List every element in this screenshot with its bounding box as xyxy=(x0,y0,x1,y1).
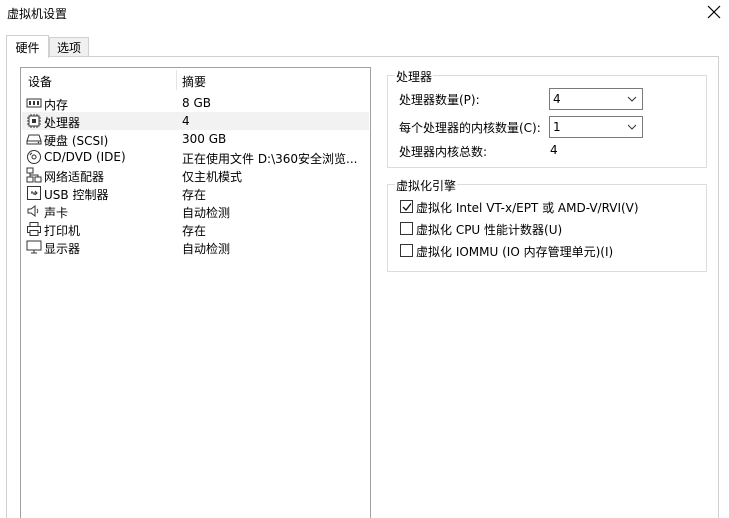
iommu-label[interactable]: 虚拟化 IOMMU (IO 内存管理单元)(I) xyxy=(416,243,613,260)
cores-per-processor-label: 每个处理器的内核数量(C): xyxy=(399,121,541,135)
device-name: 显示器 xyxy=(44,242,81,256)
device-summary: 自动检测 xyxy=(182,206,231,220)
processor-group-title: 处理器 xyxy=(395,68,434,85)
device-summary: 存在 xyxy=(182,188,207,202)
device-row-memory[interactable]: 内存 8 GB xyxy=(22,94,369,112)
device-row-processor[interactable]: 处理器 4 xyxy=(22,112,369,130)
vt-x-checkbox[interactable] xyxy=(400,200,413,213)
device-summary: 4 xyxy=(182,114,190,128)
device-row-cd-dvd[interactable]: CD/DVD (IDE) 正在使用文件 D:\360安全浏览... xyxy=(22,148,369,166)
device-name: 处理器 xyxy=(44,116,81,130)
usb-icon xyxy=(27,186,41,200)
tab-options[interactable]: 选项 xyxy=(49,37,89,56)
memory-icon xyxy=(26,98,42,108)
device-name: 硬盘 (SCSI) xyxy=(44,134,109,148)
hard-disk-icon xyxy=(26,134,42,145)
chevron-down-icon xyxy=(627,124,637,130)
device-row-hard-disk[interactable]: 硬盘 (SCSI) 300 GB xyxy=(22,130,369,148)
device-name: 打印机 xyxy=(44,224,81,238)
device-summary: 仅主机模式 xyxy=(182,170,243,184)
processor-count-value: 4 xyxy=(553,92,561,106)
printer-icon xyxy=(27,222,41,236)
vt-x-label[interactable]: 虚拟化 Intel VT-x/EPT 或 AMD-V/RVI(V) xyxy=(416,199,639,216)
processor-count-label: 处理器数量(P): xyxy=(399,93,480,107)
close-icon xyxy=(707,5,721,19)
device-name: 内存 xyxy=(44,98,69,112)
device-list[interactable]: 设备 摘要 内存 8 GB 处理器 4 硬盘 (SCSI) 300 GB CD/… xyxy=(20,67,371,518)
device-summary: 存在 xyxy=(182,224,207,238)
tab-hardware[interactable]: 硬件 xyxy=(6,35,49,58)
device-name: 网络适配器 xyxy=(44,170,105,184)
column-divider[interactable] xyxy=(176,70,177,90)
close-button[interactable] xyxy=(700,0,729,26)
cores-per-processor-value: 1 xyxy=(553,120,561,134)
device-list-header: 设备 摘要 xyxy=(21,68,370,92)
cd-dvd-icon xyxy=(27,150,41,164)
window-title: 虚拟机设置 xyxy=(7,7,68,21)
device-summary: 正在使用文件 D:\360安全浏览... xyxy=(182,152,358,166)
virtualization-engine-title: 虚拟化引擎 xyxy=(395,177,458,194)
checkmark-icon xyxy=(402,203,412,211)
cpu-counters-checkbox[interactable] xyxy=(400,222,413,235)
total-cores-value: 4 xyxy=(550,143,558,157)
processor-icon xyxy=(27,114,41,128)
device-name: CD/DVD (IDE) xyxy=(44,150,126,164)
total-cores-label: 处理器内核总数: xyxy=(399,145,488,159)
device-row-printer[interactable]: 打印机 存在 xyxy=(22,220,369,238)
display-icon xyxy=(26,240,42,254)
device-summary: 300 GB xyxy=(182,132,227,146)
device-summary: 自动检测 xyxy=(182,242,231,256)
column-header-device[interactable]: 设备 xyxy=(28,73,52,90)
device-summary: 8 GB xyxy=(182,96,211,110)
device-name: 声卡 xyxy=(44,206,69,220)
device-row-usb-controller[interactable]: USB 控制器 存在 xyxy=(22,184,369,202)
cores-per-processor-select[interactable]: 1 xyxy=(549,116,643,138)
device-row-display[interactable]: 显示器 自动检测 xyxy=(22,238,369,256)
device-row-sound-card[interactable]: 声卡 自动检测 xyxy=(22,202,369,220)
iommu-checkbox[interactable] xyxy=(400,244,413,257)
column-header-summary[interactable]: 摘要 xyxy=(182,73,206,90)
tab-hardware-label: 硬件 xyxy=(15,41,40,55)
tab-options-label: 选项 xyxy=(56,41,81,55)
title-bar: 虚拟机设置 xyxy=(0,0,729,30)
device-row-network-adapter[interactable]: 网络适配器 仅主机模式 xyxy=(22,166,369,184)
network-adapter-icon xyxy=(26,167,42,183)
cpu-counters-label[interactable]: 虚拟化 CPU 性能计数器(U) xyxy=(416,221,562,238)
sound-card-icon xyxy=(27,205,39,217)
device-name: USB 控制器 xyxy=(44,188,109,202)
chevron-down-icon xyxy=(627,96,637,102)
processor-count-select[interactable]: 4 xyxy=(549,88,643,110)
